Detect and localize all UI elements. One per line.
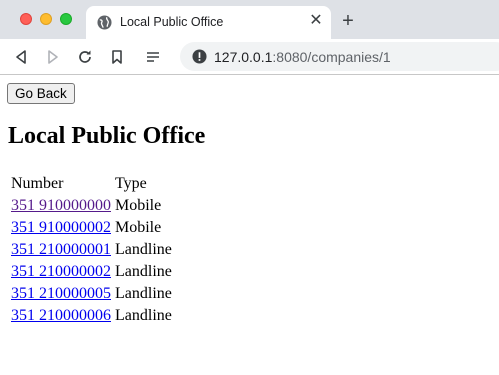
phone-number-link[interactable]: 351 210000005: [11, 285, 111, 302]
type-cell: Landline: [115, 263, 172, 280]
phone-number-link[interactable]: 351 210000001: [11, 241, 111, 258]
table-row: 351 210000001 Landline: [10, 240, 173, 260]
reload-icon[interactable]: [75, 47, 95, 67]
phone-numbers-table: Number Type 351 910000000 Mobile 351 910…: [8, 172, 175, 328]
forward-arrow-icon[interactable]: [43, 47, 63, 67]
tab-title: Local Public Office: [120, 15, 224, 29]
table-row: 351 910000002 Mobile: [10, 218, 173, 238]
bookmark-icon[interactable]: [107, 47, 127, 67]
number-cell: 351 210000006: [10, 306, 112, 326]
phone-number-link[interactable]: 351 210000006: [11, 307, 111, 324]
type-cell: Landline: [115, 307, 172, 324]
go-back-button[interactable]: Go Back: [7, 83, 75, 104]
type-cell: Landline: [115, 241, 172, 258]
url-text[interactable]: 127.0.0.1:8080/companies/1: [214, 49, 391, 65]
type-cell: Landline: [115, 285, 172, 302]
column-header-type: Type: [115, 175, 147, 192]
phone-number-link[interactable]: 351 910000000: [11, 197, 111, 214]
globe-icon: [97, 15, 112, 30]
info-icon[interactable]: [192, 49, 207, 64]
maximize-window-button[interactable]: [60, 13, 72, 25]
table-header-row: Number Type: [10, 174, 173, 194]
close-tab-icon[interactable]: ✕: [308, 13, 324, 29]
table-row: 351 210000006 Landline: [10, 306, 173, 326]
type-cell: Mobile: [115, 197, 162, 214]
address-bar[interactable]: 127.0.0.1:8080/companies/1: [180, 42, 499, 71]
phone-number-link[interactable]: 351 210000002: [11, 263, 111, 280]
new-tab-icon[interactable]: +: [338, 11, 358, 31]
browser-toolbar: 127.0.0.1:8080/companies/1: [0, 39, 499, 75]
browser-tab[interactable]: Local Public Office ✕: [86, 6, 331, 39]
page-title: Local Public Office: [8, 123, 206, 149]
number-cell: 351 210000005: [10, 284, 112, 304]
number-cell: 351 910000000: [10, 196, 112, 216]
page-content: Go Back Local Public Office Number Type …: [0, 76, 499, 375]
reading-list-icon[interactable]: [143, 47, 163, 67]
table-row: 351 210000005 Landline: [10, 284, 173, 304]
column-header-number: Number: [11, 175, 64, 192]
phone-number-link[interactable]: 351 910000002: [11, 219, 111, 236]
back-arrow-icon[interactable]: [11, 47, 31, 67]
tab-strip: Local Public Office ✕ +: [0, 0, 499, 39]
close-window-button[interactable]: [20, 13, 32, 25]
table-row: 351 910000000 Mobile: [10, 196, 173, 216]
url-host: 127.0.0.1: [214, 49, 273, 65]
minimize-window-button[interactable]: [40, 13, 52, 25]
url-path: :8080/companies/1: [272, 49, 391, 65]
number-cell: 351 210000001: [10, 240, 112, 260]
number-cell: 351 210000002: [10, 262, 112, 282]
browser-window: Local Public Office ✕ + 127.0.0.1:8080/c…: [0, 0, 499, 375]
number-cell: 351 910000002: [10, 218, 112, 238]
type-cell: Mobile: [115, 219, 162, 236]
table-row: 351 210000002 Landline: [10, 262, 173, 282]
